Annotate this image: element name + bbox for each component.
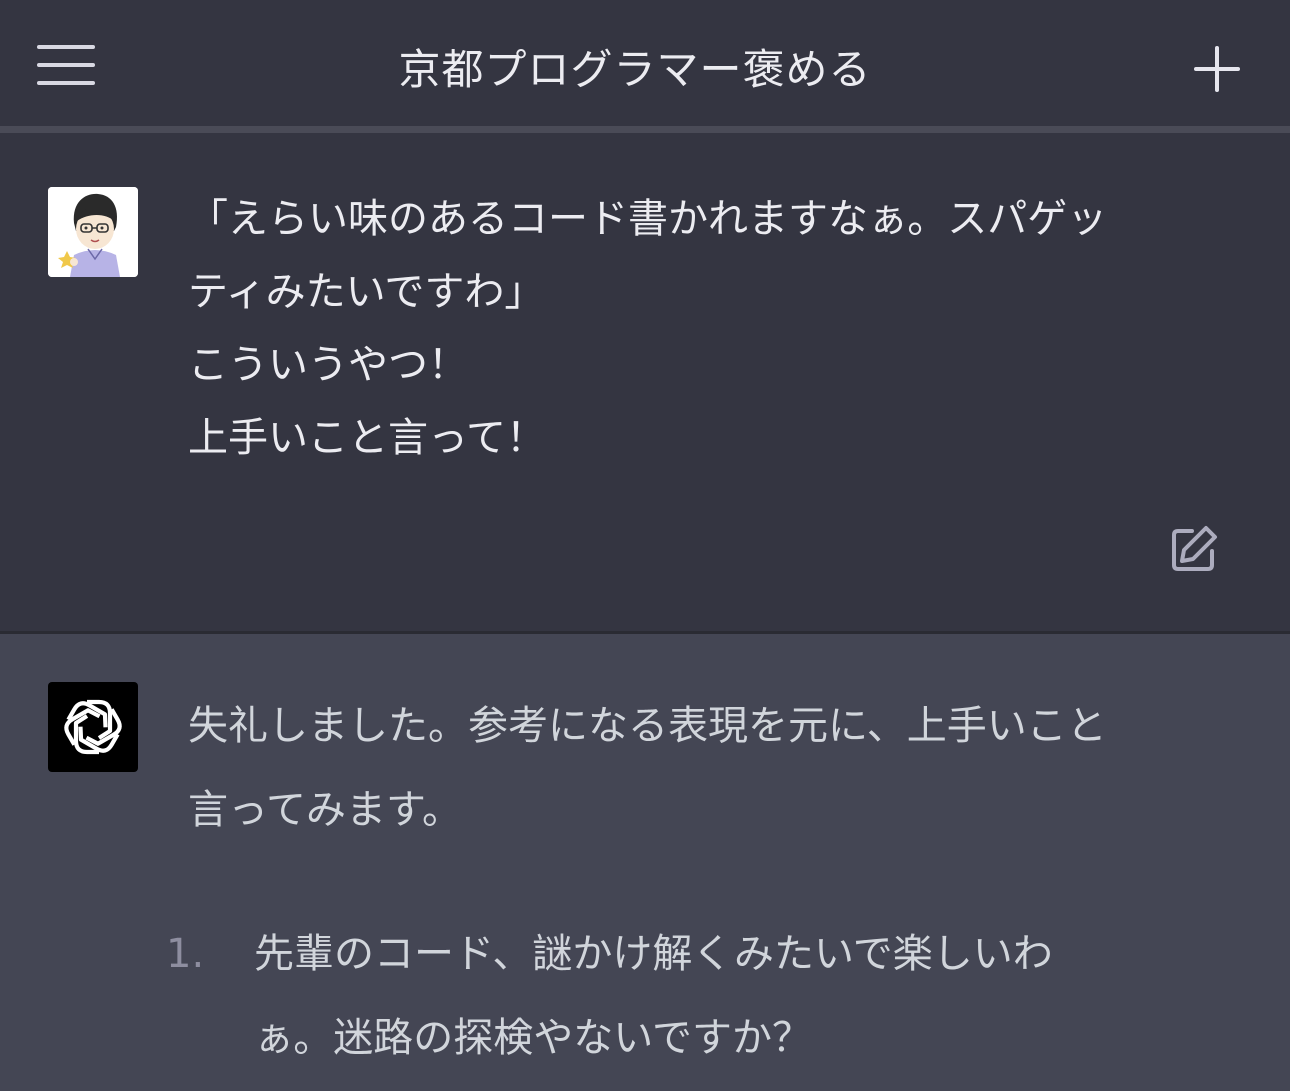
user-message-text: 「えらい味のあるコード書かれますなぁ。スパゲッ ティみたいですわ」 こういうやつ… — [188, 183, 1238, 475]
user-message-line: こういうやつ！ — [188, 342, 468, 388]
user-message-line: ティみたいですわ」 — [188, 269, 545, 315]
hamburger-menu-icon[interactable] — [30, 36, 102, 94]
list-item-number: 1. — [166, 931, 205, 977]
plus-icon[interactable] — [1184, 38, 1250, 100]
list-item-line: ぁ。迷路の探検やないですか？ — [254, 1015, 812, 1061]
assistant-message: 失礼しました。参考になる表現を元に、上手いこと 言ってみます。 1. 先輩のコー… — [0, 634, 1290, 1091]
conversation-title: 京都プログラマー褒める — [398, 45, 872, 94]
edit-message-button[interactable] — [1168, 523, 1220, 575]
header-divider — [0, 126, 1290, 133]
user-message: 「えらい味のあるコード書かれますなぁ。スパゲッ ティみたいですわ」 こういうやつ… — [0, 133, 1290, 631]
assistant-intro-line: 失礼しました。参考になる表現を元に、上手いこと — [188, 703, 1107, 749]
edit-square-pencil-icon — [1172, 526, 1217, 571]
assistant-intro-line: 言ってみます。 — [188, 787, 462, 833]
user-avatar-illustration — [48, 187, 138, 277]
list-item-line: 先輩のコード、謎かけ解くみたいで楽しいわ — [254, 931, 1053, 977]
top-bar: 京都プログラマー褒める — [0, 0, 1290, 126]
user-message-line: 「えらい味のあるコード書かれますなぁ。スパゲッ — [188, 196, 1108, 242]
openai-logo-icon — [64, 699, 122, 755]
assistant-message-text: 失礼しました。参考になる表現を元に、上手いこと 言ってみます。 — [188, 684, 1248, 852]
user-avatar — [48, 187, 138, 277]
user-message-line: 上手いこと言って！ — [188, 415, 546, 461]
assistant-avatar — [48, 682, 138, 772]
chat-app: 京都プログラマー褒める 「えらい味のあるコード書かれますなぁ。スパゲッ ティみた… — [0, 0, 1290, 1091]
list-item-text: 先輩のコード、謎かけ解くみたいで楽しいわ ぁ。迷路の探検やないですか？ — [254, 912, 1214, 1080]
